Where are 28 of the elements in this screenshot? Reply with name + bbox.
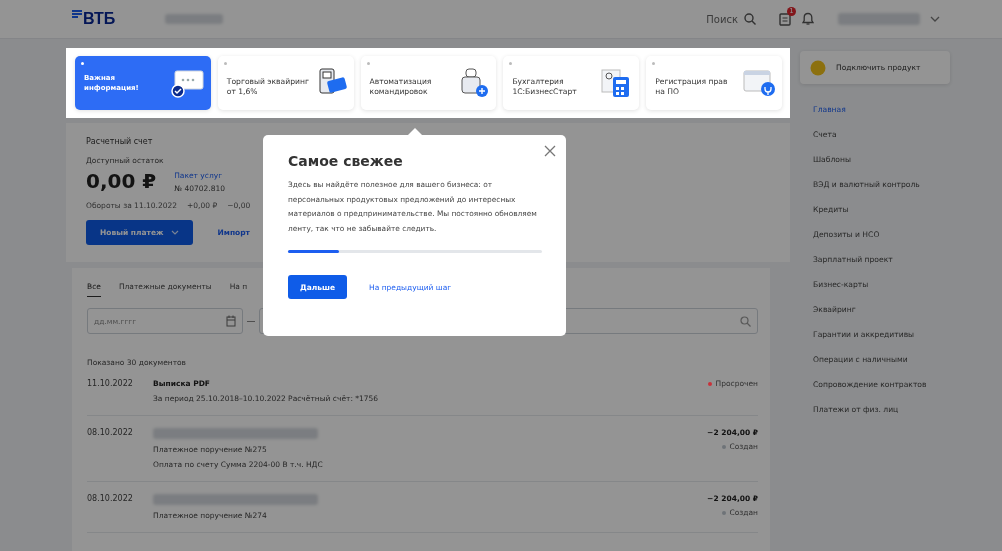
search-button[interactable]: Поиск: [706, 13, 756, 25]
blurred-text: [165, 14, 224, 24]
close-button[interactable]: [544, 145, 556, 157]
document-date: 11.10.2022: [87, 379, 134, 390]
logo[interactable]: ВТБ: [72, 10, 116, 28]
document-icon[interactable]: [778, 12, 792, 26]
account-title: Расчетный счет: [86, 137, 153, 146]
caret-icon: [171, 230, 180, 235]
document-date: 08.10.2022: [87, 428, 134, 439]
unread-dot: [366, 62, 370, 65]
bell-icon[interactable]: [802, 12, 814, 26]
unread-dot: [223, 62, 227, 65]
unread-dot: [652, 62, 656, 65]
unread-dot: [81, 62, 84, 65]
calendar-icon: [226, 315, 236, 327]
close-icon: [544, 145, 556, 157]
unread-dot: [509, 62, 513, 65]
search-icon: [744, 13, 756, 25]
coin-icon: [810, 59, 826, 76]
balance-amount: 0,00 ₽: [86, 169, 157, 193]
chevron-down-icon[interactable]: [930, 16, 940, 22]
logo-text: ВТБ: [83, 10, 116, 28]
search-icon: [740, 315, 751, 327]
popup-title: Самое свежее: [288, 153, 404, 169]
logo-stripes-icon: [72, 10, 82, 18]
software-icon: [742, 67, 776, 99]
info-icon: [170, 67, 205, 99]
document-date: 08.10.2022: [87, 494, 134, 505]
